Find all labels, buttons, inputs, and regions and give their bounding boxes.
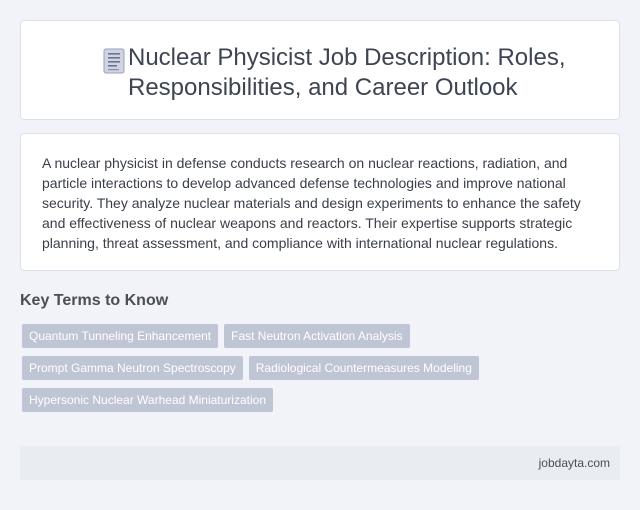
title-card: Nuclear Physicist Job Description: Roles… (20, 20, 620, 120)
job-description: A nuclear physicist in defense conducts … (42, 155, 581, 251)
key-term-tag: Hypersonic Nuclear Warhead Miniaturizati… (22, 388, 273, 412)
page-title: Nuclear Physicist Job Description: Roles… (128, 44, 566, 101)
key-term-tag: Fast Neutron Activation Analysis (224, 324, 410, 348)
footer: jobdayta.com (20, 446, 620, 480)
key-term-tag: Quantum Tunneling Enhancement (22, 324, 219, 348)
description-card: A nuclear physicist in defense conducts … (20, 133, 620, 271)
key-terms-heading: Key Terms to Know (20, 292, 169, 309)
key-term-tag: Radiological Countermeasures Modeling (248, 356, 479, 380)
document-icon (103, 48, 125, 74)
footer-site-link[interactable]: jobdayta.com (539, 456, 610, 470)
key-term-tag: Prompt Gamma Neutron Spectroscopy (22, 356, 243, 380)
key-terms-list: Quantum Tunneling Enhancement Fast Neutr… (22, 324, 492, 420)
